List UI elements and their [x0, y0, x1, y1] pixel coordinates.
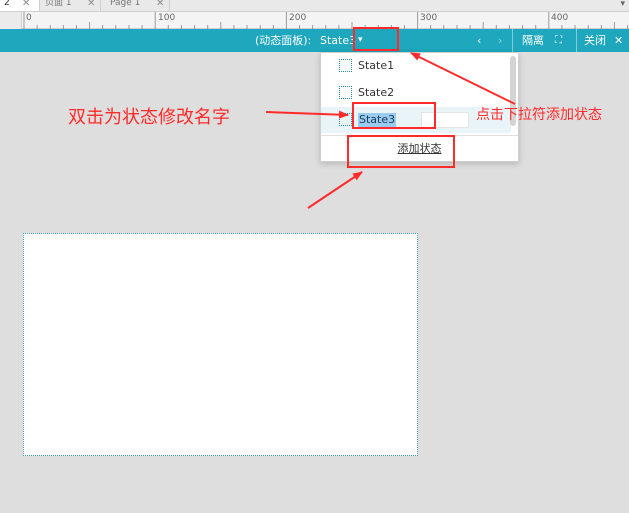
annotation-add-text: 点击下拉符添加状态 — [476, 107, 602, 123]
arrow-to-add-state — [307, 171, 363, 209]
arrow-to-state3 — [265, 110, 349, 119]
annotation-arrows — [265, 52, 516, 209]
annotation-rename-text: 双击为状态修改名字 — [68, 107, 230, 128]
arrow-to-caret — [410, 52, 516, 105]
